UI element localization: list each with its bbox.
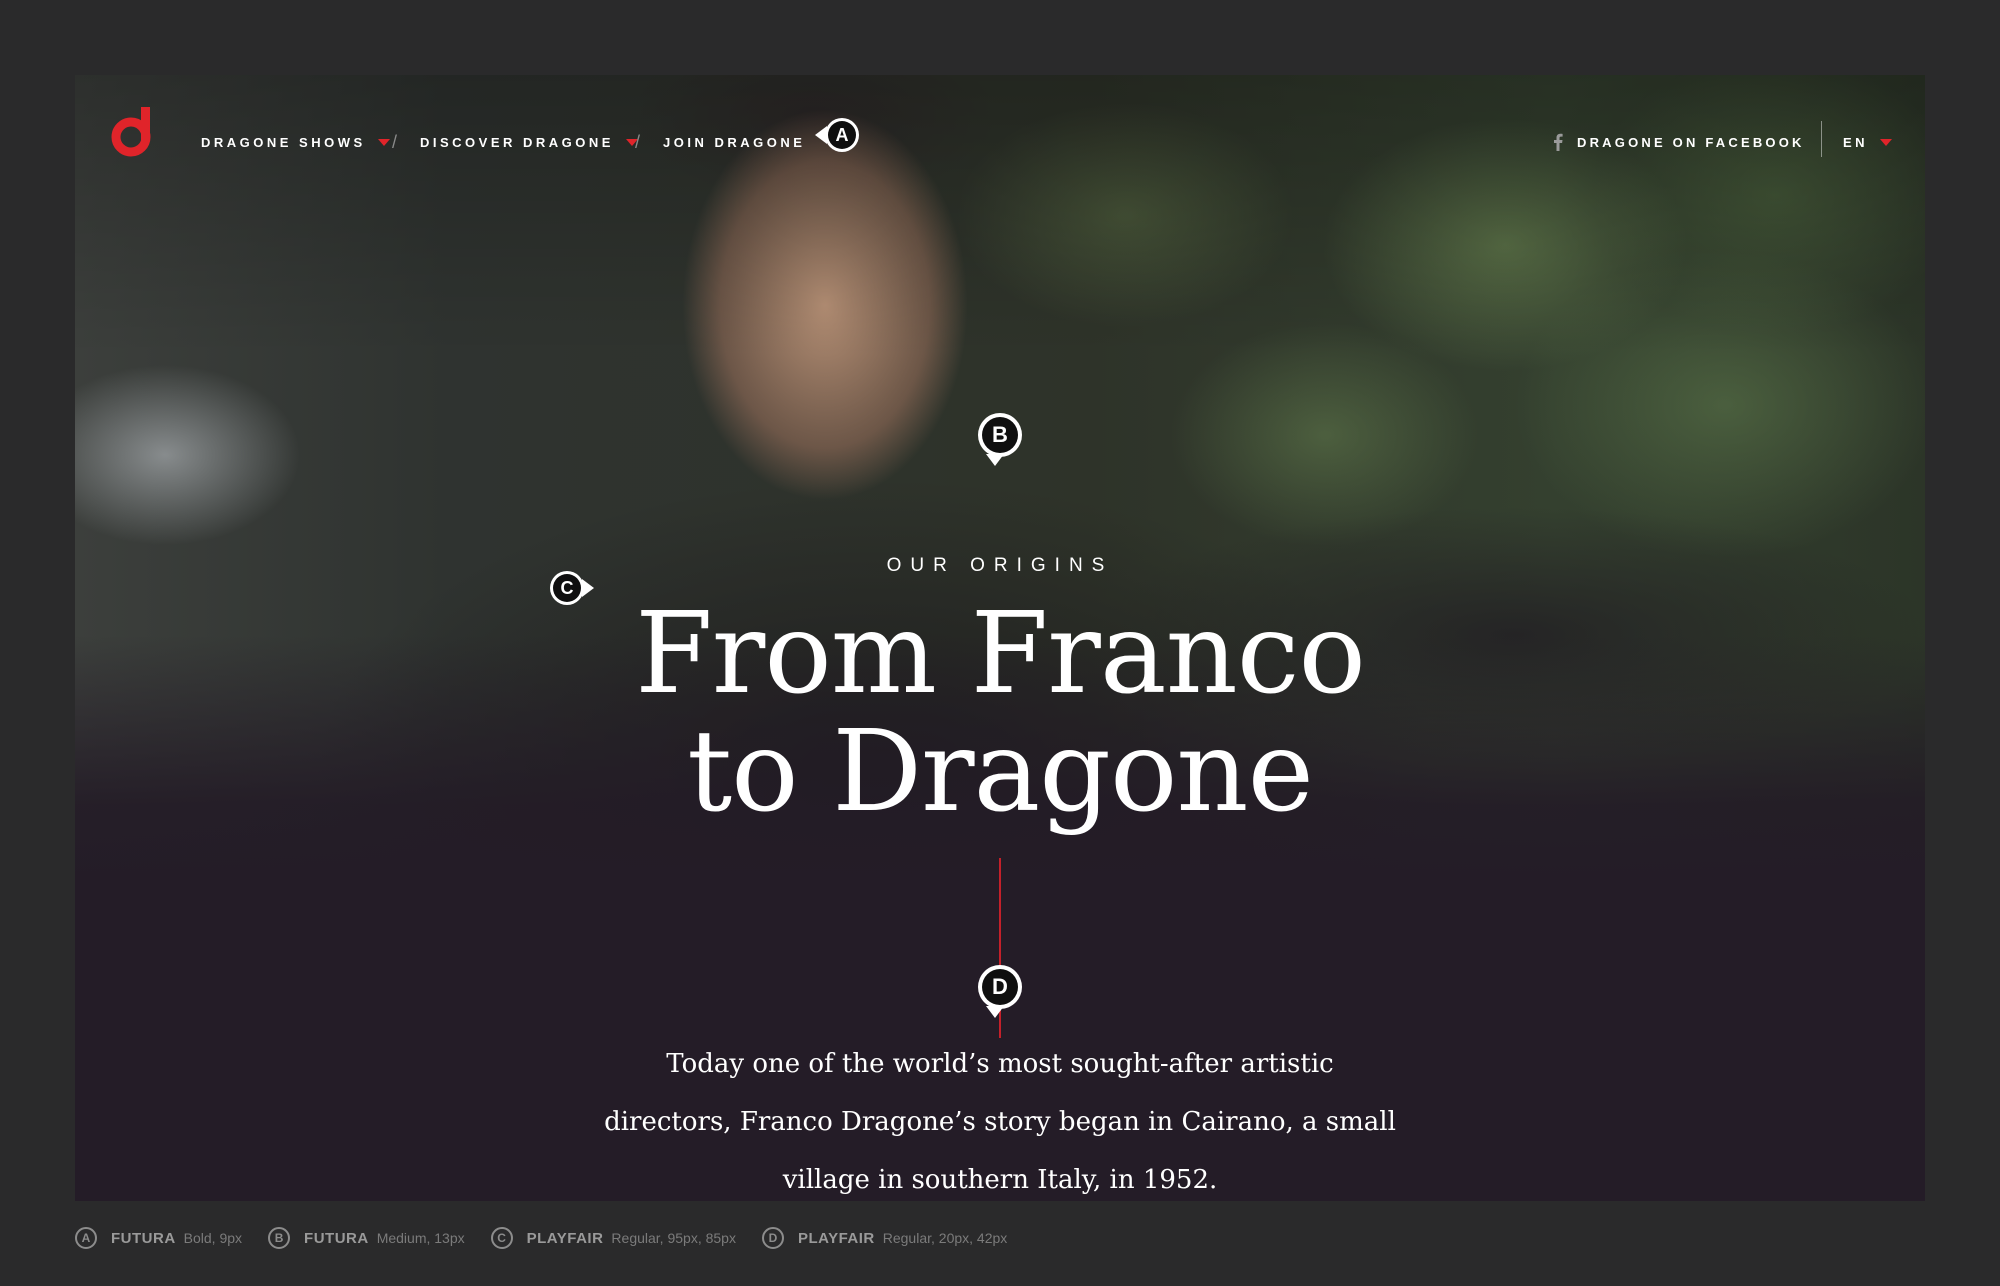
nav-divider [1821,121,1822,157]
nav-item-label: JOIN DRAGONE [663,134,806,150]
intro-line: directors, Franco Dragone’s story began … [604,1107,1396,1137]
legend-font-name: PLAYFAIR [797,1229,875,1247]
nav-item-join-dragone[interactable]: JOIN DRAGONE [663,127,805,157]
nav-item-dragone-shows[interactable]: DRAGONE SHOWS [201,127,390,157]
legend-item-b: B FUTURA Medium, 13px [268,1227,465,1249]
legend-item-c: C PLAYFAIR Regular, 95px, 85px [490,1227,736,1249]
facebook-icon [1554,133,1563,151]
legend-font-spec: Bold, 9px [183,1230,243,1246]
nav-separator: / [392,131,398,152]
legend-font-spec: Regular, 20px, 42px [882,1230,1008,1246]
title-line-2: to Dragone [687,707,1314,837]
marker-letter: B [982,417,1018,453]
nav-item-label: DRAGONE SHOWS [201,134,366,150]
legend-badge: B [268,1227,291,1249]
legend-badge: C [490,1227,513,1249]
nav-separator: / [635,131,641,152]
page-title: From Franco to Dragone [75,595,1925,831]
annotation-marker-b: B [978,413,1022,466]
legend-item-a: A FUTURA Bold, 9px [75,1227,242,1249]
section-eyebrow: OUR ORIGINS [886,555,1114,576]
dragone-logo-icon[interactable] [111,103,157,157]
intro-paragraph: Today one of the world’s most sought-aft… [600,1035,1400,1201]
nav-item-discover-dragone[interactable]: DISCOVER DRAGONE [420,127,638,157]
dropdown-caret-icon [377,138,390,146]
nav-item-label: DISCOVER DRAGONE [420,134,614,150]
intro-line: Today one of the world’s most sought-aft… [666,1049,1334,1079]
legend-font-spec: Medium, 13px [376,1230,465,1246]
annotation-marker-d: D [978,965,1022,1018]
typography-legend: A FUTURA Bold, 9px B FUTURA Medium, 13px… [75,1224,1033,1252]
legend-item-d: D PLAYFAIR Regular, 20px, 42px [761,1227,1008,1249]
legend-font-name: PLAYFAIR [526,1229,604,1247]
legend-font-name: FUTURA [304,1229,369,1247]
annotation-marker-a: A [815,118,859,152]
marker-letter: D [982,969,1018,1005]
title-line-1: From Franco [635,589,1366,719]
dropdown-caret-icon [1880,138,1893,146]
language-selector[interactable]: EN [1843,127,1893,157]
intro-line: village in southern Italy, in 1952. [782,1165,1218,1195]
legend-badge: A [75,1227,97,1249]
marker-letter: A [828,121,856,149]
legend-badge: D [761,1227,784,1249]
legend-font-name: FUTURA [111,1229,176,1247]
facebook-link-label: DRAGONE ON FACEBOOK [1577,134,1805,150]
top-nav: DRAGONE SHOWS / DISCOVER DRAGONE / JOIN … [75,75,1925,205]
legend-font-spec: Regular, 95px, 85px [611,1230,736,1246]
hero-frame: DRAGONE SHOWS / DISCOVER DRAGONE / JOIN … [75,75,1925,1201]
language-label: EN [1843,134,1869,150]
facebook-link[interactable]: DRAGONE ON FACEBOOK [1553,127,1805,157]
